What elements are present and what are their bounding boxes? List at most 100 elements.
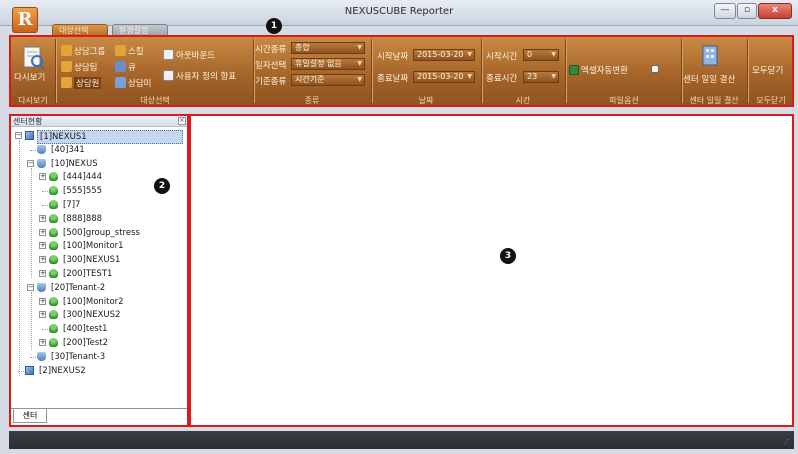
tree-node[interactable]: + [300]NEXUS2: [11, 309, 187, 321]
tree-node[interactable]: − [20]Tenant-2: [11, 282, 187, 294]
target-skill[interactable]: 스킬: [128, 45, 144, 57]
collapse-icon[interactable]: −: [15, 132, 22, 139]
agent-group-icon: [49, 338, 58, 347]
maximize-button[interactable]: ▫: [737, 3, 757, 19]
basis-type-select[interactable]: 시간기준 ▼: [291, 74, 365, 86]
start-date-picker[interactable]: 2015-03-20 ▼: [413, 49, 475, 61]
collapse-icon[interactable]: −: [27, 283, 34, 291]
expand-icon[interactable]: +: [39, 242, 46, 250]
panel-header: 센터현황 ×: [11, 116, 187, 127]
end-time-select[interactable]: 23 ▼: [523, 71, 559, 83]
tree-connector: [42, 329, 48, 331]
building-icon[interactable]: [701, 43, 721, 67]
target-agent-team[interactable]: 상담팀: [74, 61, 97, 73]
tree-node-label: [30]Tenant-3: [51, 351, 106, 362]
outbound-icon: [163, 49, 174, 60]
minimize-button[interactable]: —: [714, 3, 736, 19]
tree-node-label: [444]444: [63, 172, 103, 183]
refresh-button[interactable]: 다시보기: [14, 71, 45, 83]
tree-node[interactable]: [7]7: [11, 199, 187, 211]
tree-node[interactable]: − [1]NEXUS1: [11, 130, 187, 144]
group-label-refresh: 다시보기: [18, 96, 48, 105]
expand-icon[interactable]: +: [39, 214, 46, 222]
agent-group-icon: [49, 269, 58, 278]
target-queue[interactable]: 큐: [128, 61, 136, 73]
agent-group-icon: [49, 241, 58, 251]
agent-group-icon: [49, 310, 58, 320]
tree-node[interactable]: + [500]group_stress: [11, 227, 187, 239]
excel-auto-convert[interactable]: 엑셀자동변환: [581, 64, 628, 76]
tenant-database-icon: [37, 282, 46, 292]
ribbon-toolbar: 다시보기 다시보기 상담그룹 상담팀 상담원 스킬 큐 상담미 아웃바운드 사용…: [9, 35, 794, 107]
refresh-report-icon[interactable]: [23, 45, 45, 71]
title-bar: NEXUSCUBE Reporter — ▫ x: [0, 0, 798, 26]
basis-type-label: 기준종류: [255, 77, 287, 87]
expand-icon[interactable]: +: [39, 297, 46, 305]
tree-node[interactable]: + [100]Monitor2: [11, 296, 187, 308]
expand-icon[interactable]: +: [39, 173, 46, 181]
target-agent[interactable]: 상담원: [74, 77, 102, 89]
tree-node[interactable]: + [100]Monitor1: [11, 240, 187, 252]
tenant-database-icon: [37, 351, 46, 361]
expand-icon[interactable]: +: [39, 339, 46, 346]
tree-node[interactable]: + [200]TEST1: [11, 268, 187, 280]
center-status-panel: 센터현황 × − [1]NEXUS1 [40]341 − [10]NEXUS + [444]…: [9, 114, 189, 427]
chevron-down-icon: ▼: [467, 73, 472, 80]
panel-close-icon[interactable]: ×: [178, 117, 186, 125]
tree-node[interactable]: [30]Tenant-3: [11, 351, 187, 363]
tree-node-label: [500]group_stress: [63, 227, 140, 238]
agent-group-icon: [49, 227, 58, 237]
end-date-label: 종료날짜: [377, 74, 409, 84]
agent-group-icon: [61, 45, 72, 56]
expand-icon[interactable]: +: [39, 228, 46, 236]
chevron-down-icon: ▼: [467, 51, 472, 58]
start-time-select[interactable]: 0 ▼: [523, 49, 559, 61]
target-outbound[interactable]: 아웃바운드: [176, 49, 215, 61]
target-agent-group[interactable]: 상담그룹: [74, 45, 105, 57]
start-time-value: 0: [527, 50, 533, 59]
date-select-label: 일자선택: [255, 61, 287, 71]
date-select-select[interactable]: 휴일설정 없음 ▼: [291, 58, 365, 70]
tree-node[interactable]: − [10]NEXUS: [11, 158, 187, 170]
queue-icon: [115, 61, 126, 72]
target-custom-item[interactable]: 사용자 정의 항표: [176, 70, 236, 82]
chevron-down-icon: ▼: [357, 60, 362, 67]
group-label-file: 파일옵션: [609, 96, 639, 105]
expand-icon[interactable]: +: [39, 311, 46, 319]
start-time-label: 시작시간: [486, 52, 518, 62]
window-title: NEXUSCUBE Reporter: [344, 6, 454, 17]
tree-connector: [31, 292, 32, 350]
report-content-area[interactable]: [189, 114, 794, 427]
group-label-time: 시간: [515, 96, 531, 105]
end-date-picker[interactable]: 2015-03-20 ▼: [413, 71, 475, 83]
agent-group-icon: [49, 186, 58, 196]
tree-node[interactable]: [400]test1: [11, 323, 187, 335]
resize-grip-icon[interactable]: ⋰: [783, 438, 790, 446]
expand-icon[interactable]: +: [39, 256, 46, 264]
app-logo: R: [12, 7, 38, 33]
tree-node[interactable]: [2]NEXUS2: [11, 365, 187, 377]
collapse-icon[interactable]: −: [27, 159, 34, 167]
center-daily-settlement-button[interactable]: 센터 일일 결산: [683, 73, 735, 85]
tree-node[interactable]: + [888]888: [11, 213, 187, 225]
group-label-date: 날짜: [418, 96, 434, 105]
tree-node[interactable]: [40]341: [11, 144, 187, 156]
agent-group-icon: [49, 200, 58, 209]
basis-type-value: 시간기준: [295, 75, 325, 84]
group-separator: [371, 39, 372, 103]
close-all-button[interactable]: 모두닫기: [752, 64, 783, 76]
group-label-target: 대상선택: [140, 96, 170, 105]
chevron-down-icon: ▼: [551, 51, 556, 58]
expand-icon[interactable]: +: [39, 270, 46, 277]
agent-group-icon: [49, 213, 58, 223]
tree-node[interactable]: + [300]NEXUS1: [11, 254, 187, 266]
tree-node[interactable]: + [200]Test2: [11, 337, 187, 349]
tree-node-label: [555]555: [63, 186, 103, 197]
tab-center[interactable]: 센터: [13, 409, 47, 423]
file-option-checkbox[interactable]: [651, 65, 659, 73]
close-button[interactable]: x: [758, 3, 792, 19]
target-agent-unit[interactable]: 상담미: [128, 77, 151, 89]
time-type-select[interactable]: 총합 ▼: [291, 42, 365, 54]
group-label-center: 센터 일일 결산: [689, 96, 739, 105]
group-label-closeall: 모두닫기: [756, 96, 786, 105]
